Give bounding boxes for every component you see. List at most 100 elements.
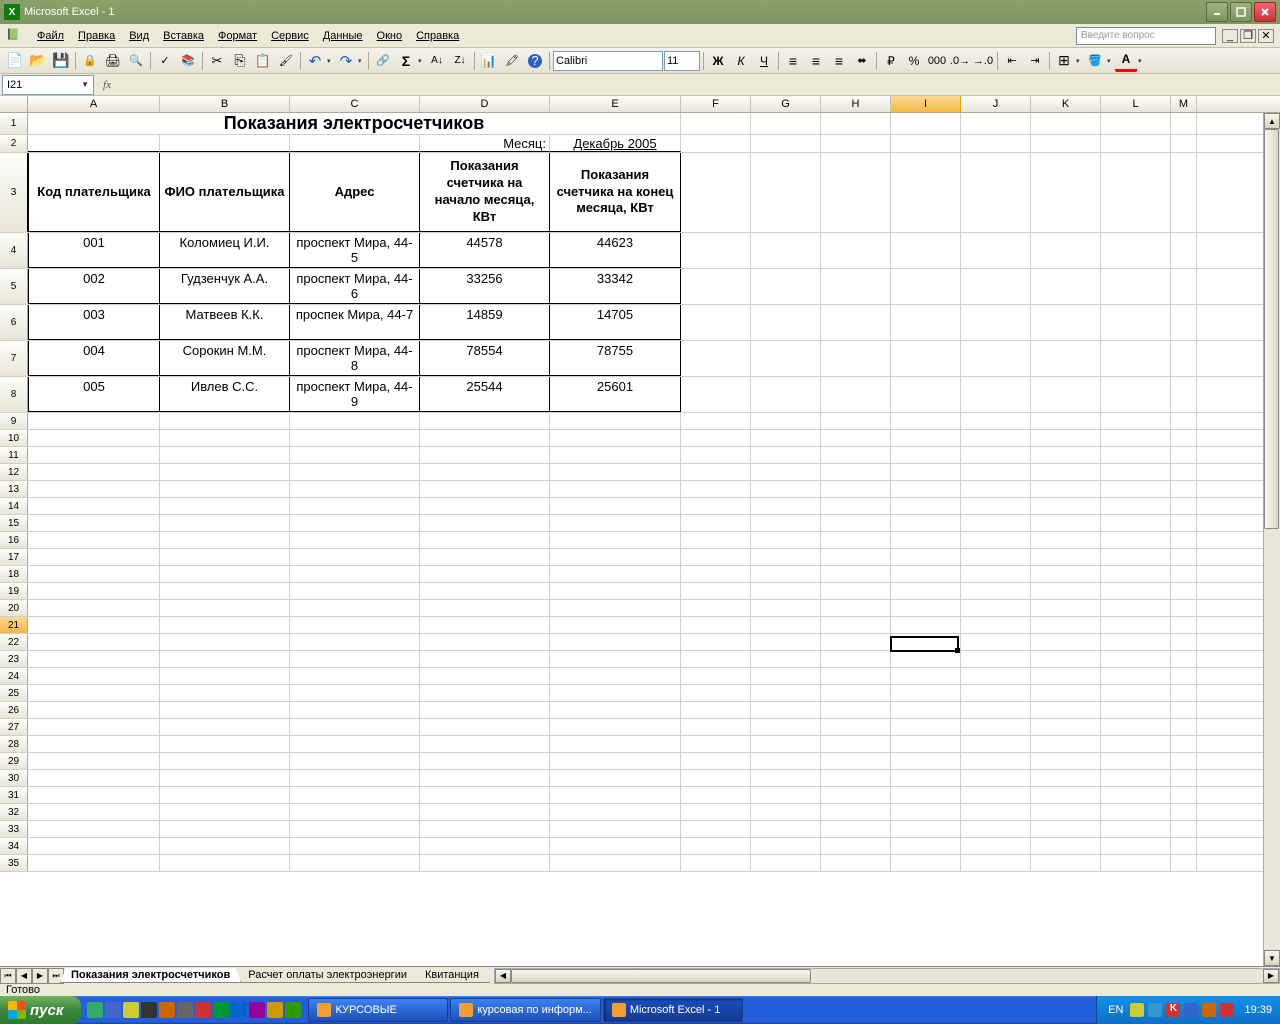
row-header[interactable]: 5 xyxy=(0,269,28,304)
cell-J35[interactable] xyxy=(961,855,1031,871)
cell-J23[interactable] xyxy=(961,651,1031,667)
cell-K14[interactable] xyxy=(1031,498,1101,514)
cell-I8[interactable] xyxy=(891,377,961,412)
language-indicator[interactable]: EN xyxy=(1105,1004,1126,1016)
cell-L32[interactable] xyxy=(1101,804,1171,820)
cell-E19[interactable] xyxy=(550,583,681,599)
cell-B31[interactable] xyxy=(160,787,290,803)
cell-L17[interactable] xyxy=(1101,549,1171,565)
cell-A16[interactable] xyxy=(28,532,160,548)
cell-K8[interactable] xyxy=(1031,377,1101,412)
cell-I20[interactable] xyxy=(891,600,961,616)
cell-M29[interactable] xyxy=(1171,753,1197,769)
cell-L2[interactable] xyxy=(1101,135,1171,152)
cell-B7[interactable]: Сорокин М.М. xyxy=(160,341,290,376)
cell-H14[interactable] xyxy=(821,498,891,514)
cell-I10[interactable] xyxy=(891,430,961,446)
italic-icon[interactable] xyxy=(730,50,752,72)
tray-icon[interactable] xyxy=(1130,1003,1144,1017)
cell-F16[interactable] xyxy=(681,532,751,548)
cell-M2[interactable] xyxy=(1171,135,1197,152)
row-header[interactable]: 3 xyxy=(0,153,28,232)
cell-L28[interactable] xyxy=(1101,736,1171,752)
format-painter-icon[interactable]: 🖌 xyxy=(275,50,297,72)
cell-H33[interactable] xyxy=(821,821,891,837)
cell-G26[interactable] xyxy=(751,702,821,718)
row-header[interactable]: 21 xyxy=(0,617,28,633)
cell-H11[interactable] xyxy=(821,447,891,463)
cell-I35[interactable] xyxy=(891,855,961,871)
cell-I34[interactable] xyxy=(891,838,961,854)
cell-C27[interactable] xyxy=(290,719,420,735)
row-header[interactable]: 30 xyxy=(0,770,28,786)
row-header[interactable]: 32 xyxy=(0,804,28,820)
font-color-icon[interactable] xyxy=(1115,50,1137,72)
cell-C23[interactable] xyxy=(290,651,420,667)
cell-C2[interactable] xyxy=(290,135,420,152)
cell-K17[interactable] xyxy=(1031,549,1101,565)
cell-C26[interactable] xyxy=(290,702,420,718)
cell-J1[interactable] xyxy=(961,113,1031,134)
cell-F31[interactable] xyxy=(681,787,751,803)
cell-D3[interactable]: Показания счетчика на начало месяца, КВт xyxy=(420,153,550,232)
cell-D27[interactable] xyxy=(420,719,550,735)
close-button[interactable] xyxy=(1254,2,1276,22)
cell-H9[interactable] xyxy=(821,413,891,429)
cell-I26[interactable] xyxy=(891,702,961,718)
cell-A10[interactable] xyxy=(28,430,160,446)
ql-icon[interactable] xyxy=(213,1002,229,1018)
new-icon[interactable] xyxy=(4,50,26,72)
cell-H5[interactable] xyxy=(821,269,891,304)
vscroll-thumb[interactable] xyxy=(1264,129,1279,529)
cell-H12[interactable] xyxy=(821,464,891,480)
cell-G6[interactable] xyxy=(751,305,821,340)
cell-G8[interactable] xyxy=(751,377,821,412)
cell-L8[interactable] xyxy=(1101,377,1171,412)
column-header-F[interactable]: F xyxy=(681,96,751,112)
cell-D4[interactable]: 44578 xyxy=(420,233,550,268)
row-header[interactable]: 31 xyxy=(0,787,28,803)
cell-J12[interactable] xyxy=(961,464,1031,480)
research-icon[interactable]: 📚 xyxy=(177,50,199,72)
cell-K4[interactable] xyxy=(1031,233,1101,268)
tray-icon[interactable] xyxy=(1220,1003,1234,1017)
scroll-left-icon[interactable]: ◀ xyxy=(495,969,511,983)
cell-E23[interactable] xyxy=(550,651,681,667)
cell-H8[interactable] xyxy=(821,377,891,412)
row-header[interactable]: 22 xyxy=(0,634,28,650)
cell-L3[interactable] xyxy=(1101,153,1171,232)
autosum-dropdown-icon[interactable]: ▾ xyxy=(418,57,425,65)
fill-dropdown-icon[interactable]: ▾ xyxy=(1107,57,1114,65)
cell-F15[interactable] xyxy=(681,515,751,531)
cell-C29[interactable] xyxy=(290,753,420,769)
cell-C6[interactable]: проспек Мира, 44-7 xyxy=(290,305,420,340)
cell-C14[interactable] xyxy=(290,498,420,514)
cell-D8[interactable]: 25544 xyxy=(420,377,550,412)
cell-L23[interactable] xyxy=(1101,651,1171,667)
tray-icon[interactable] xyxy=(1184,1003,1198,1017)
cell-B13[interactable] xyxy=(160,481,290,497)
cell-K30[interactable] xyxy=(1031,770,1101,786)
cell-I29[interactable] xyxy=(891,753,961,769)
cell-D6[interactable]: 14859 xyxy=(420,305,550,340)
help-icon[interactable] xyxy=(524,50,546,72)
cell-F32[interactable] xyxy=(681,804,751,820)
increase-decimal-icon[interactable]: .0→ xyxy=(949,50,971,72)
cell-D5[interactable]: 33256 xyxy=(420,269,550,304)
cell-M20[interactable] xyxy=(1171,600,1197,616)
cell-A18[interactable] xyxy=(28,566,160,582)
cell-F4[interactable] xyxy=(681,233,751,268)
cell-I5[interactable] xyxy=(891,269,961,304)
row-header[interactable]: 13 xyxy=(0,481,28,497)
cell-K32[interactable] xyxy=(1031,804,1101,820)
open-icon[interactable] xyxy=(27,50,49,72)
cell-G32[interactable] xyxy=(751,804,821,820)
cell-M35[interactable] xyxy=(1171,855,1197,871)
cell-D10[interactable] xyxy=(420,430,550,446)
cell-E11[interactable] xyxy=(550,447,681,463)
cell-E2[interactable]: Декабрь 2005 xyxy=(550,135,681,152)
tab-first-icon[interactable]: ⏮ xyxy=(0,968,16,984)
cell-J20[interactable] xyxy=(961,600,1031,616)
cell-I15[interactable] xyxy=(891,515,961,531)
cell-J7[interactable] xyxy=(961,341,1031,376)
